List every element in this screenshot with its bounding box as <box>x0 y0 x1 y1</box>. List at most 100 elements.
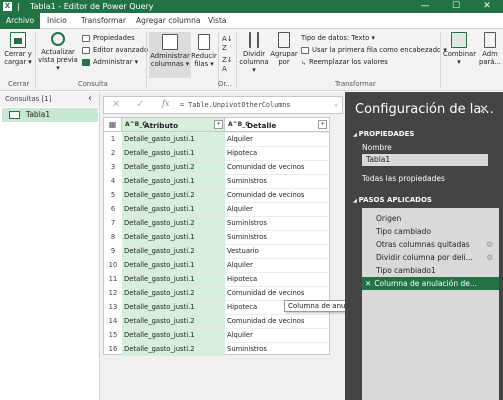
cell-atributo[interactable]: Detalle_gasto_justi.1 <box>122 202 225 216</box>
cell-detalle[interactable]: Suministros <box>225 230 329 244</box>
applied-steps-list: Origen Tipo cambiado Otras columnas quitad… <box>362 208 499 400</box>
cell-detalle[interactable]: Hipoteca <box>225 146 329 160</box>
cell-detalle[interactable]: Vestuario <box>225 244 329 258</box>
commit-formula-icon[interactable]: ✓ <box>136 99 144 110</box>
cell-atributo[interactable]: Detalle_gasto_justi.1 <box>122 146 225 160</box>
cell-detalle[interactable]: Comunidad de vecinos <box>225 314 329 328</box>
sort-ascending-icon[interactable]: A↓ Z <box>222 35 233 53</box>
cell-detalle[interactable]: Suministros <box>225 174 329 188</box>
sort-descending-icon[interactable]: Z↓ A <box>222 56 233 74</box>
replace-values-button[interactable]: ↳ Reemplazar los valores <box>301 58 388 67</box>
combine-icon <box>451 32 467 48</box>
cell-detalle[interactable]: Suministros <box>225 216 329 230</box>
applied-step[interactable]: Otras columnas quitadas ⚙ <box>362 238 499 251</box>
cell-detalle[interactable]: Alquiler <box>225 132 329 146</box>
cell-atributo[interactable]: Detalle_gasto_justi.1 <box>122 230 225 244</box>
cell-atributo[interactable]: Detalle_gasto_justi.2 <box>122 216 225 230</box>
column-header-detalle[interactable]: A^B_C Detalle ▾ <box>225 118 329 132</box>
cell-atributo[interactable]: Detalle_gasto_justi.1 <box>122 272 225 286</box>
name-label: Nombre <box>362 143 392 152</box>
applied-step[interactable]: ✕ Columna de anulación de... <box>362 277 499 290</box>
delete-step-icon[interactable]: ✕ <box>365 279 371 288</box>
cell-atributo[interactable]: Detalle_gasto_justi.2 <box>122 244 225 258</box>
split-column-line2: columna ▾ <box>239 58 269 74</box>
cell-atributo[interactable]: Detalle_gasto_justi.2 <box>122 342 225 356</box>
properties-button[interactable]: Propiedades <box>82 34 135 43</box>
advanced-editor-label: Editor avanzado <box>93 46 149 54</box>
ribbon-divider <box>146 32 147 88</box>
tab-transformar[interactable]: Transformar <box>75 13 132 29</box>
split-column-button[interactable]: Dividir columna ▾ <box>238 32 270 74</box>
manage-button[interactable]: Administrar ▾ <box>82 58 138 67</box>
expand-formula-icon[interactable]: ⌄ <box>333 100 339 108</box>
cell-atributo[interactable]: Detalle_gasto_justi.1 <box>122 132 225 146</box>
cell-atributo[interactable]: Detalle_gasto_justi.2 <box>122 314 225 328</box>
applied-step-label: Dividir columna por deli... <box>376 253 473 262</box>
table-menu-icon[interactable]: ▦ <box>104 118 122 132</box>
maximize-button[interactable]: ☐ <box>441 0 471 13</box>
close-button[interactable]: ✕ <box>472 0 502 13</box>
cell-atributo[interactable]: Detalle_gasto_justi.2 <box>122 188 225 202</box>
tab-inicio[interactable]: Inicio <box>41 13 73 29</box>
cell-detalle[interactable]: Alquiler <box>225 202 329 216</box>
refresh-preview-button[interactable]: Actualizar vista previa ▾ <box>38 32 78 72</box>
cell-detalle[interactable]: Comunidad de vecinos <box>225 160 329 174</box>
reduce-rows-button[interactable]: Reducir filas ▾ <box>191 32 217 78</box>
group-label-ordenar: Or... <box>218 80 233 88</box>
minimize-button[interactable]: — <box>410 0 440 13</box>
cell-atributo[interactable]: Detalle_gasto_justi.2 <box>122 286 225 300</box>
group-by-button[interactable]: Agrupar por <box>270 32 298 66</box>
cancel-formula-icon[interactable]: ✕ <box>112 99 120 110</box>
step-settings-gear-icon[interactable]: ⚙ <box>486 251 493 264</box>
use-first-row-button[interactable]: Usar la primera fila como encabezado ▾ <box>301 46 447 55</box>
applied-step[interactable]: Tipo cambiado <box>362 225 499 238</box>
group-label-cerrar: Cerrar <box>8 80 30 88</box>
close-settings-icon[interactable]: ✕ <box>479 102 489 116</box>
cell-atributo[interactable]: Detalle_gasto_justi.2 <box>122 160 225 174</box>
manage-columns-button[interactable]: Administrar columnas ▾ <box>149 32 191 78</box>
column-header-atributo[interactable]: A^B_C Atributo ▾ <box>122 118 225 132</box>
column-name: Detalle <box>247 121 277 130</box>
applied-step[interactable]: Origen <box>362 212 499 225</box>
cell-atributo[interactable]: Detalle_gasto_justi.1 <box>122 258 225 272</box>
query-item-tabla1[interactable]: Tabla1 <box>2 108 98 122</box>
collapse-chevron-icon[interactable]: ‹ <box>88 93 92 104</box>
combine-button[interactable]: Combinar ▾ <box>443 32 476 66</box>
cell-detalle[interactable]: Hipoteca <box>225 272 329 286</box>
data-type-dropdown[interactable]: Tipo de datos: Texto ▾ <box>301 34 375 43</box>
cell-atributo[interactable]: Detalle_gasto_justi.1 <box>122 328 225 342</box>
section-pasos-aplicados[interactable]: PASOS APLICADOS <box>353 196 432 204</box>
cell-detalle[interactable]: Suministros <box>225 342 329 356</box>
column-filter-dropdown[interactable]: ▾ <box>318 120 327 129</box>
table-icon <box>9 111 20 119</box>
cell-atributo[interactable]: Detalle_gasto_justi.1 <box>122 300 225 314</box>
query-name-field[interactable]: Tabla1 <box>362 154 488 166</box>
advanced-editor-button[interactable]: Editor avanzado <box>82 46 148 55</box>
tab-archivo[interactable]: Archivo <box>0 13 41 29</box>
formula-text[interactable]: = Table.UnpivotOtherColumns <box>180 101 291 109</box>
queries-title: Consultas [1] <box>5 95 52 103</box>
replace-icon: ↳ <box>301 59 307 67</box>
close-and-load-button[interactable]: Cerrar y cargar ▾ <box>3 32 33 66</box>
cell-detalle[interactable]: Comunidad de vecinos <box>225 286 329 300</box>
manage-parameters-button[interactable]: Adm pará... <box>477 32 503 66</box>
cell-atributo[interactable]: Detalle_gasto_justi.1 <box>122 174 225 188</box>
section-propiedades[interactable]: PROPIEDADES <box>353 130 415 138</box>
tab-vista[interactable]: Vista <box>202 13 233 29</box>
applied-step[interactable]: Tipo cambiado1 <box>362 264 499 277</box>
step-settings-gear-icon[interactable]: ⚙ <box>486 238 493 251</box>
column-filter-dropdown[interactable]: ▾ <box>214 120 223 129</box>
all-properties-link[interactable]: Todas las propiedades <box>362 174 445 183</box>
cell-detalle[interactable]: Comunidad de vecinos <box>225 188 329 202</box>
cell-detalle[interactable]: Alquiler <box>225 258 329 272</box>
tab-agregar-columna[interactable]: Agregar columna <box>130 13 206 29</box>
cell-detalle[interactable]: Alquiler <box>225 328 329 342</box>
ribbon: Cerrar y cargar ▾ Cerrar Actualizar vist… <box>0 29 503 91</box>
row-number: 5 <box>110 191 116 199</box>
applied-step[interactable]: Dividir columna por deli... ⚙ <box>362 251 499 264</box>
row-number: 7 <box>110 219 116 227</box>
row-number: 2 <box>110 149 116 157</box>
reduce-rows-line1: Reducir <box>191 52 217 60</box>
applied-step-label: Otras columnas quitadas <box>376 240 470 249</box>
row-number: 15 <box>108 331 118 339</box>
